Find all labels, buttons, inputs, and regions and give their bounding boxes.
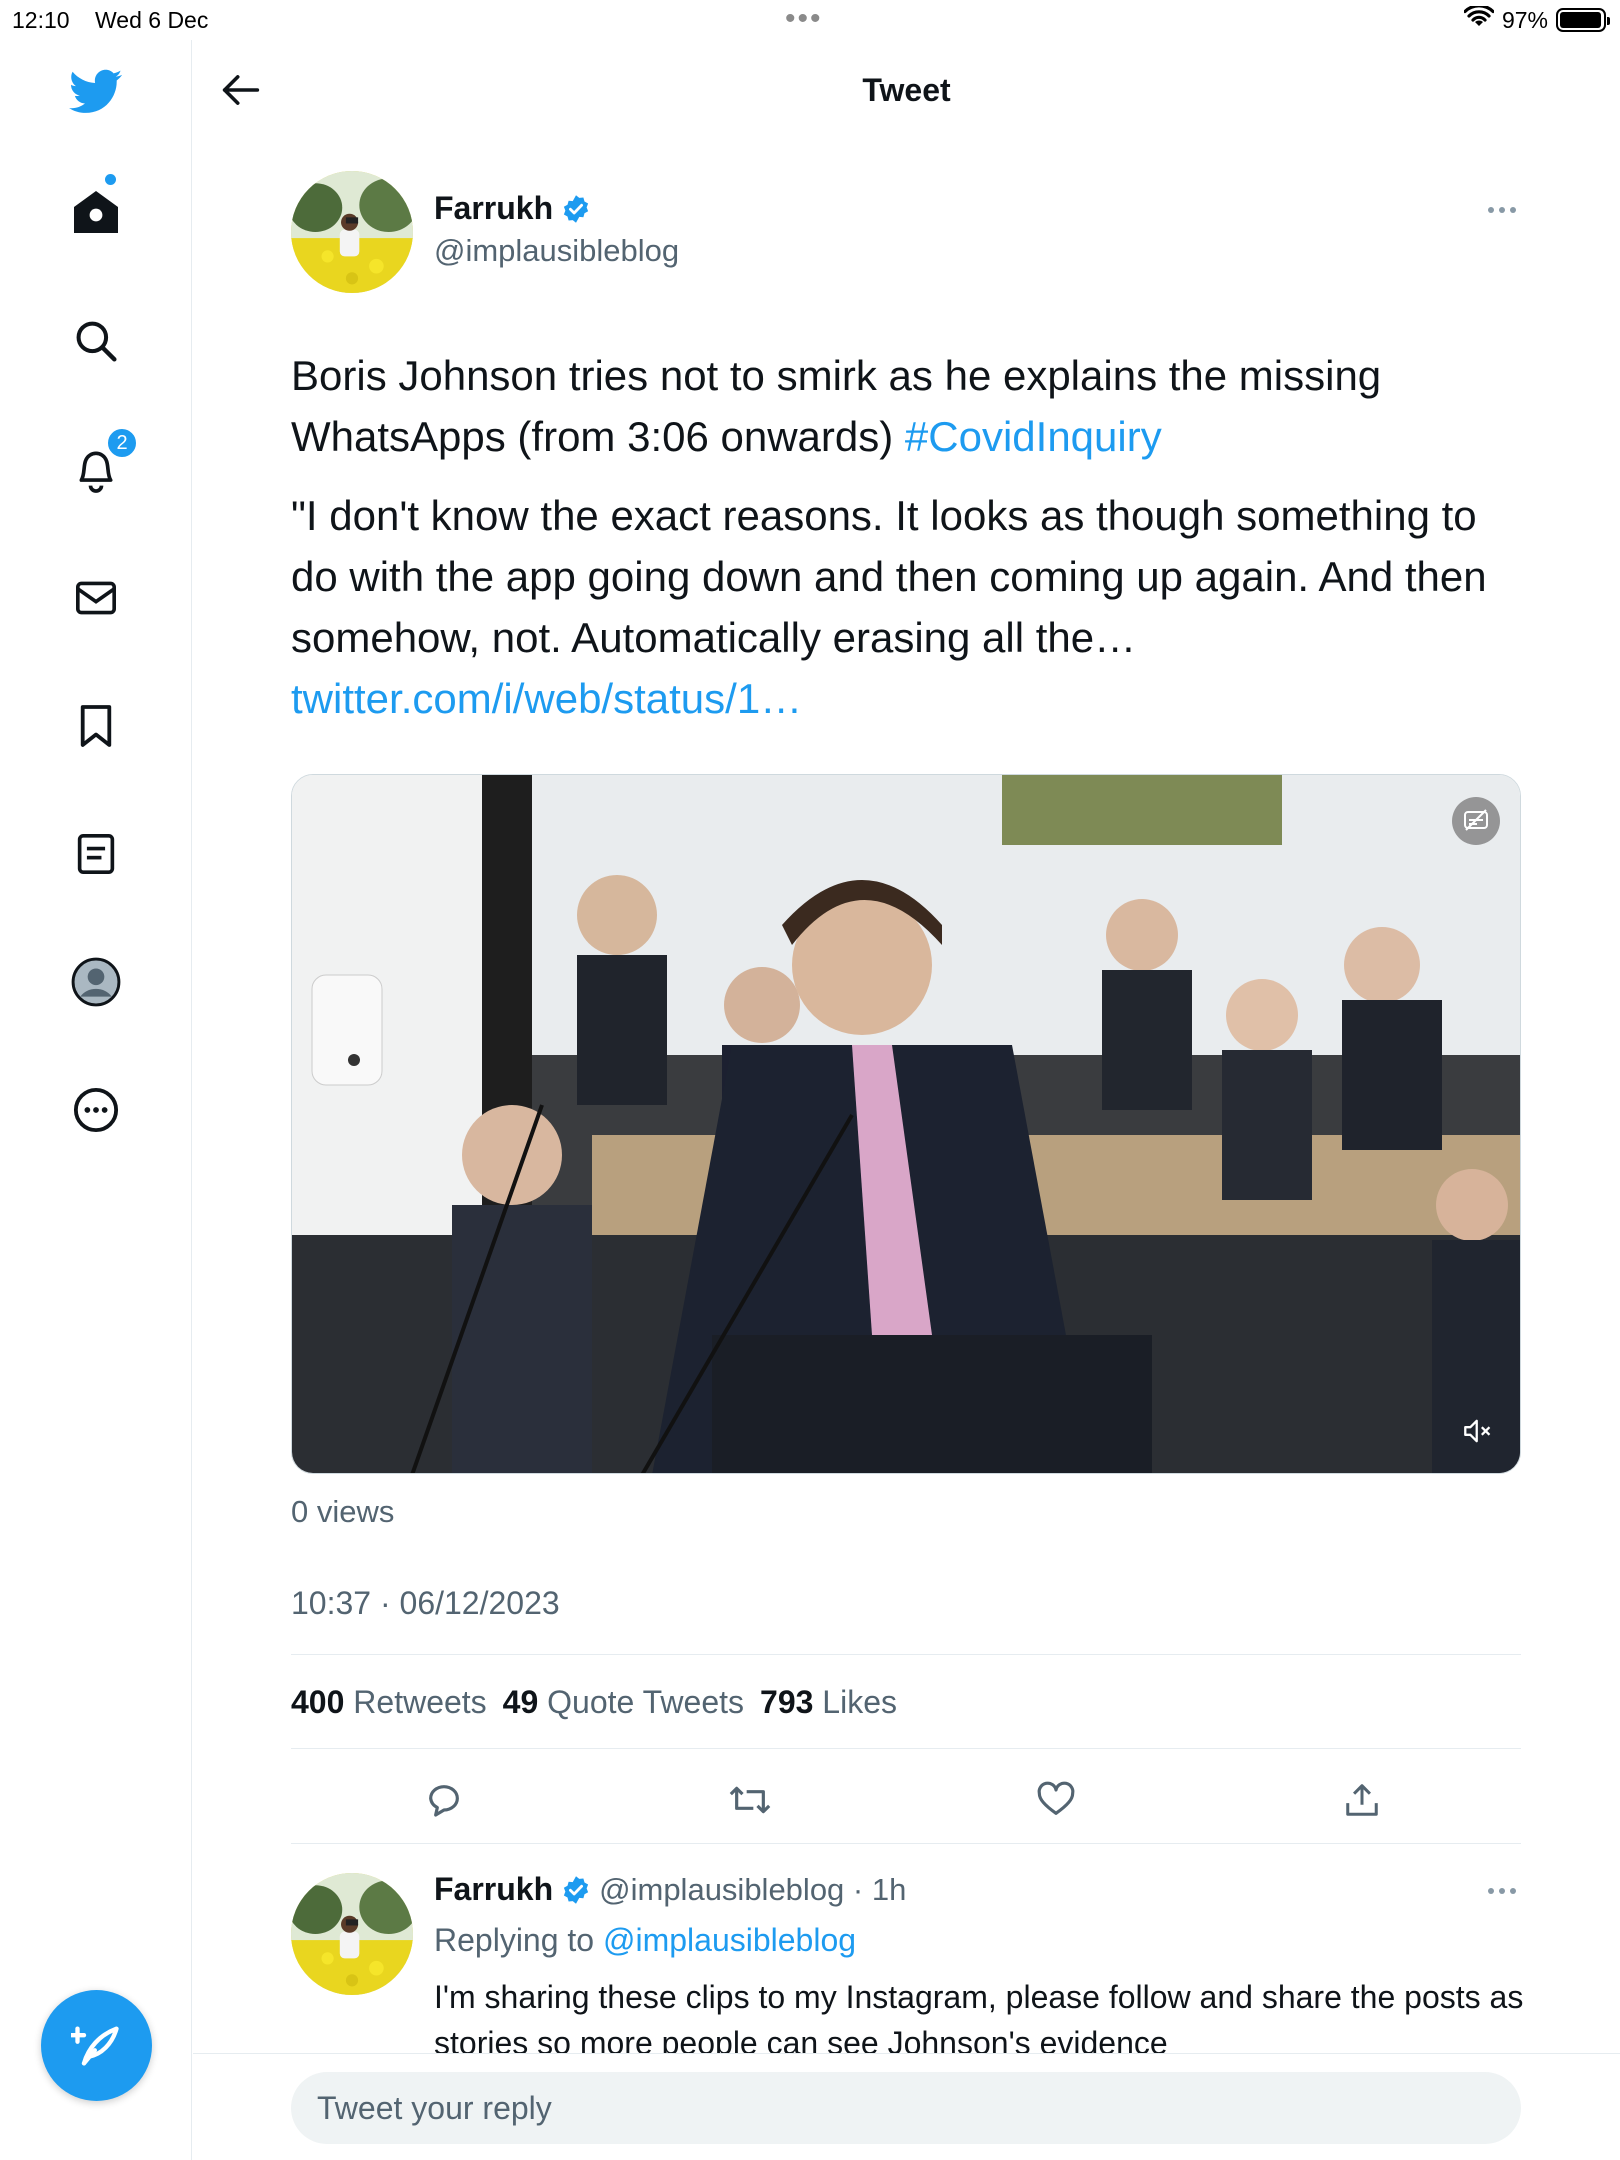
quotes-stat[interactable]: 49 Quote Tweets bbox=[503, 1684, 744, 1721]
replying-prefix: Replying to bbox=[434, 1922, 603, 1958]
likes-label: Likes bbox=[822, 1684, 897, 1720]
quotes-label: Quote Tweets bbox=[547, 1684, 745, 1720]
caption-icon bbox=[1464, 809, 1488, 831]
compose-tweet-button[interactable] bbox=[41, 1990, 152, 2101]
tweet-stats: 400 Retweets 49 Quote Tweets 793 Likes bbox=[291, 1684, 897, 1721]
tweet-timestamp[interactable]: 10:37 · 06/12/2023 bbox=[291, 1585, 560, 1622]
page-title: Tweet bbox=[862, 72, 951, 108]
home-new-dot bbox=[105, 174, 116, 185]
avatar[interactable] bbox=[291, 171, 413, 293]
reply-avatar[interactable] bbox=[291, 1873, 413, 1995]
replying-to-link[interactable]: @implausibleblog bbox=[603, 1922, 856, 1958]
more-horizontal-icon bbox=[1488, 1888, 1516, 1894]
retweet-icon bbox=[729, 1786, 771, 1814]
search-icon[interactable] bbox=[66, 311, 126, 371]
status-time: 12:10 bbox=[12, 7, 70, 33]
author-handle[interactable]: @implausibleblog bbox=[434, 233, 679, 269]
retweets-count: 400 bbox=[291, 1684, 345, 1720]
messages-icon[interactable] bbox=[66, 568, 126, 628]
feather-plus-icon bbox=[70, 2026, 119, 2065]
more-horizontal-icon bbox=[1488, 207, 1516, 213]
heart-icon bbox=[1037, 1781, 1075, 1815]
reply-input[interactable] bbox=[291, 2072, 1521, 2144]
reply-more-button[interactable] bbox=[1477, 1876, 1527, 1906]
more-icon[interactable] bbox=[66, 1080, 126, 1140]
status-bar: 12:10 Wed 6 Dec ••• 97% bbox=[0, 0, 1620, 40]
twitter-logo-icon[interactable] bbox=[66, 62, 126, 122]
battery-icon bbox=[1556, 8, 1610, 32]
reply-text: I'm sharing these clips to my Instagram,… bbox=[434, 1979, 1524, 2054]
status-right: 97% bbox=[1463, 4, 1610, 34]
divider bbox=[291, 1748, 1521, 1749]
divider bbox=[291, 1843, 1521, 1844]
author-name[interactable]: Farrukh bbox=[434, 190, 591, 227]
sidebar: 2 bbox=[0, 40, 192, 2160]
retweets-label: Retweets bbox=[353, 1684, 487, 1720]
tweet-text-body: Boris Johnson tries not to smirk as he e… bbox=[291, 352, 1382, 460]
likes-count: 793 bbox=[760, 1684, 814, 1720]
speaker-muted-icon bbox=[1464, 1419, 1491, 1443]
comment-icon bbox=[429, 1785, 459, 1817]
share-icon bbox=[1346, 1784, 1378, 1816]
tweet-quote-body: "I don't know the exact reasons. It look… bbox=[291, 492, 1487, 661]
likes-stat[interactable]: 793 Likes bbox=[760, 1684, 897, 1721]
video-frame bbox=[292, 775, 1520, 1473]
page-header: Tweet bbox=[193, 40, 1620, 140]
tweet-text: Boris Johnson tries not to smirk as he e… bbox=[291, 345, 1531, 467]
wifi-icon bbox=[1463, 4, 1495, 34]
alt-text-badge[interactable] bbox=[1452, 797, 1500, 845]
verified-badge-icon bbox=[564, 1875, 589, 1904]
retweet-button[interactable] bbox=[720, 1772, 780, 1828]
replying-to: Replying to @implausibleblog bbox=[434, 1922, 856, 1959]
reply-author-name: Farrukh bbox=[434, 1871, 554, 1907]
bookmarks-icon[interactable] bbox=[66, 696, 126, 756]
tweet-quote: "I don't know the exact reasons. It look… bbox=[291, 485, 1531, 729]
hashtag-link[interactable]: #CovidInquiry bbox=[905, 413, 1162, 460]
divider bbox=[291, 1654, 1521, 1655]
home-icon[interactable] bbox=[66, 182, 126, 242]
retweets-stat[interactable]: 400 Retweets bbox=[291, 1684, 487, 1721]
lists-icon[interactable] bbox=[66, 824, 126, 884]
reply-author[interactable]: Farrukh @implausibleblog · 1h bbox=[434, 1871, 906, 1908]
multitasking-dots-icon[interactable]: ••• bbox=[785, 2, 823, 36]
show-more-link[interactable]: twitter.com/i/web/status/1… bbox=[291, 675, 802, 722]
battery-percent: 97% bbox=[1501, 6, 1548, 33]
view-count: 0 views bbox=[291, 1494, 395, 1529]
video-player[interactable] bbox=[291, 774, 1521, 1474]
notifications-badge: 2 bbox=[106, 427, 138, 459]
profile-icon[interactable] bbox=[66, 952, 126, 1012]
mute-button[interactable] bbox=[1458, 1411, 1498, 1451]
like-button[interactable] bbox=[1026, 1772, 1086, 1828]
tweet-more-button[interactable] bbox=[1477, 195, 1527, 225]
quotes-count: 49 bbox=[502, 1684, 539, 1720]
verified-badge-icon bbox=[564, 194, 589, 223]
reply-button[interactable] bbox=[414, 1772, 474, 1828]
reply-bar bbox=[193, 2053, 1620, 2160]
status-date: Wed 6 Dec bbox=[95, 7, 209, 33]
author-name-text: Farrukh bbox=[434, 190, 554, 226]
reply-meta: @implausibleblog · 1h bbox=[599, 1871, 907, 1907]
share-button[interactable] bbox=[1332, 1772, 1392, 1828]
